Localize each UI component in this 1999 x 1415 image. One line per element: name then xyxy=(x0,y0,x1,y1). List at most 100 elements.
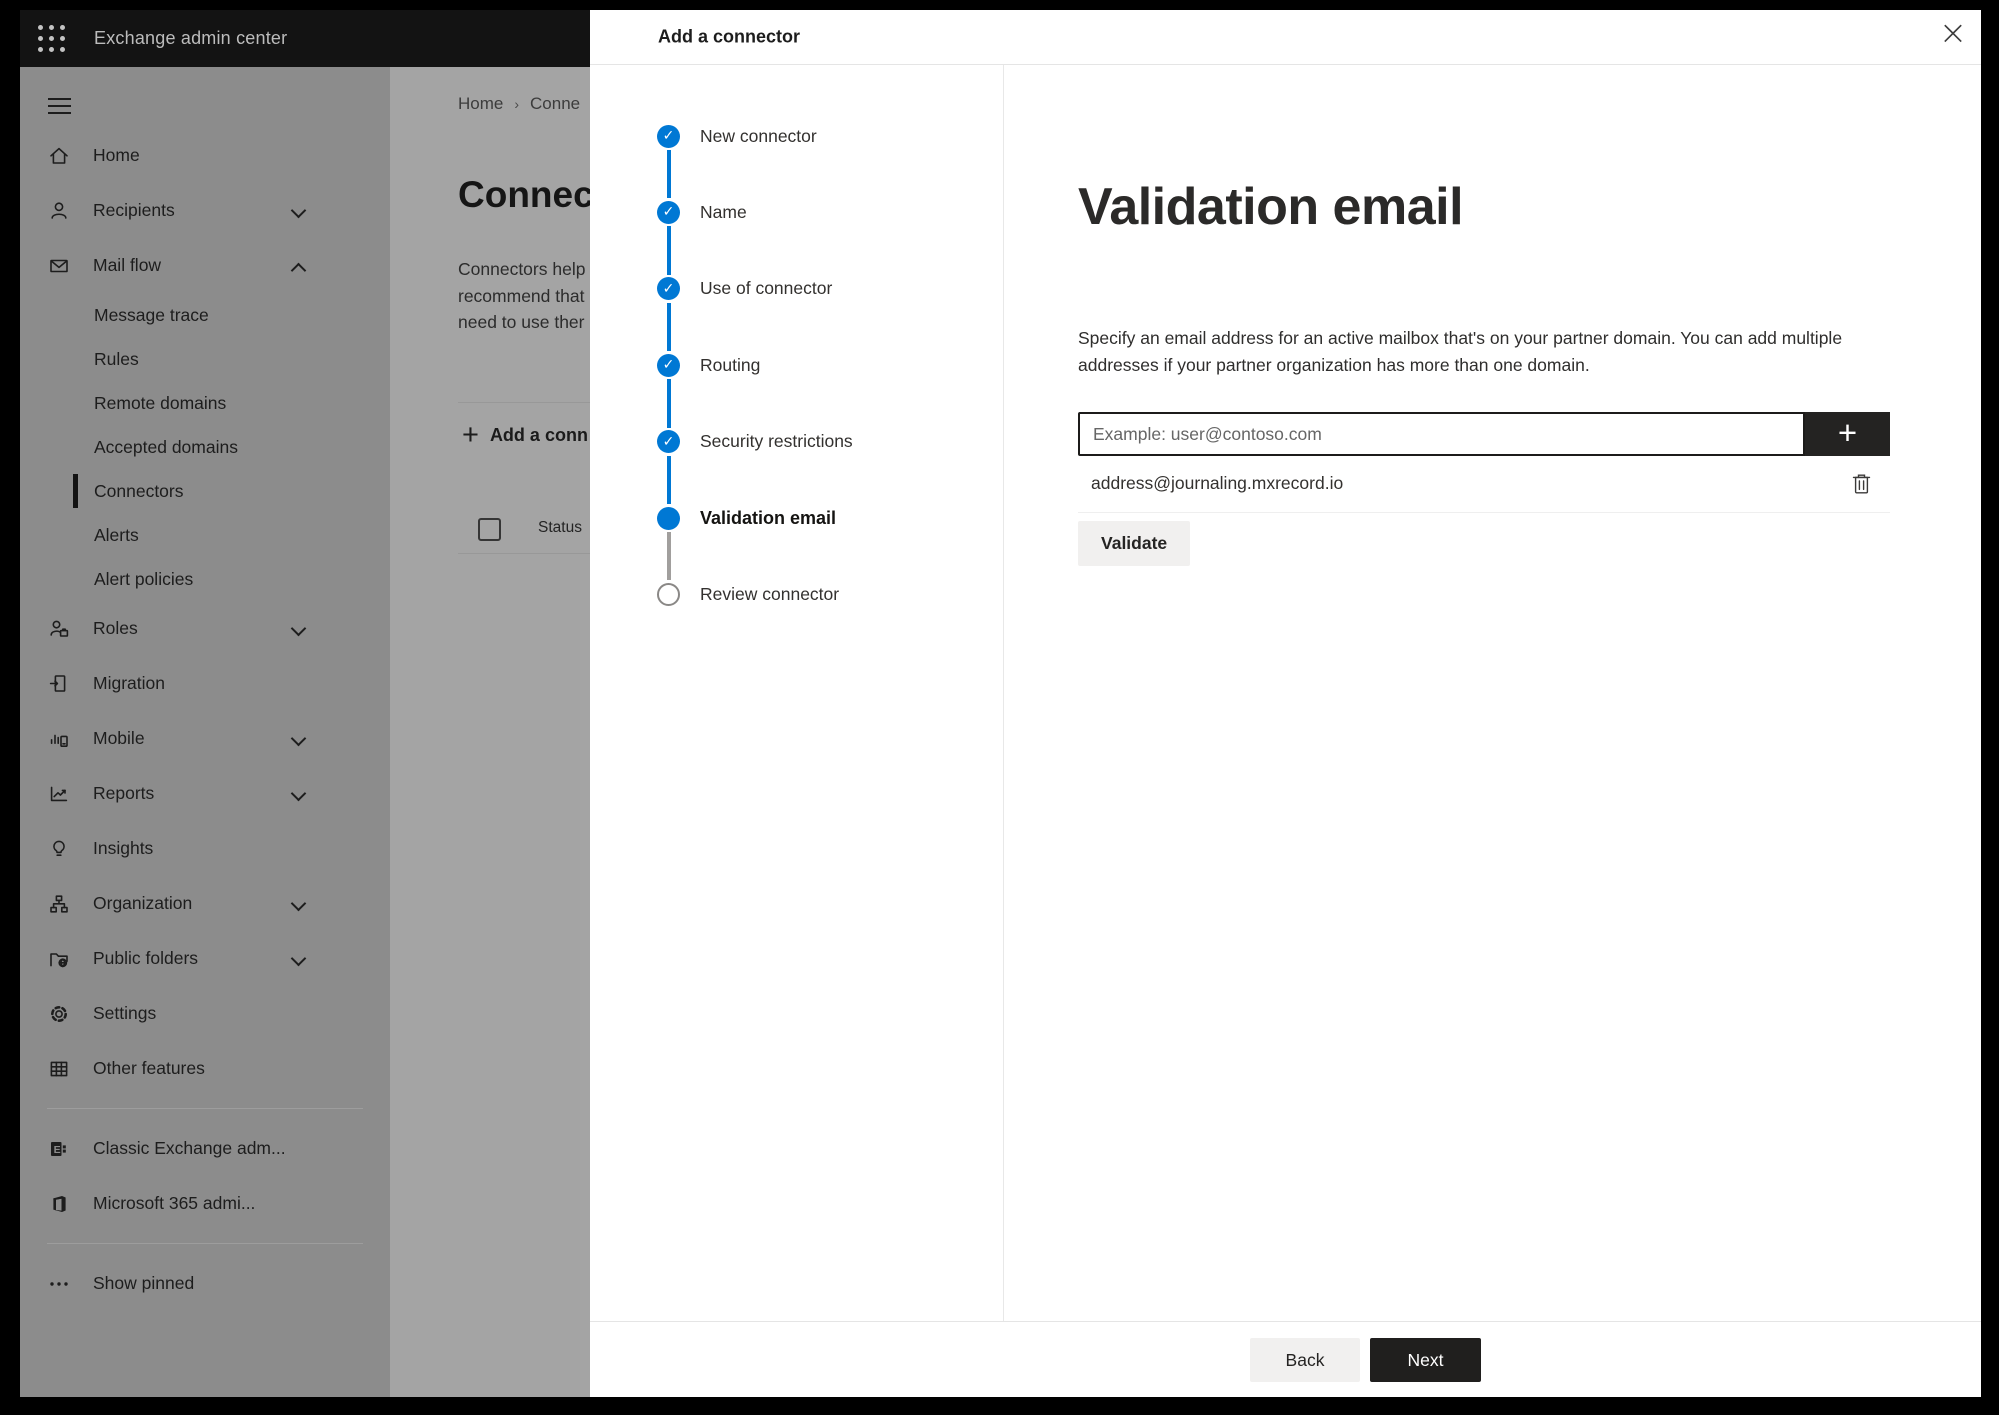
wizard-step-routing[interactable]: Routing xyxy=(590,353,1003,377)
trash-icon[interactable] xyxy=(1849,470,1874,497)
wizard-step-review-connector[interactable]: Review connector xyxy=(590,582,1003,606)
mail-icon xyxy=(46,254,72,278)
roles-icon xyxy=(46,617,72,641)
sidebar-item-microsoft-365-admi[interactable]: Microsoft 365 admi... xyxy=(20,1176,390,1231)
sidebar-item-settings[interactable]: Settings xyxy=(20,986,390,1041)
sidebar-item-classic-exchange-adm[interactable]: E Classic Exchange adm... xyxy=(20,1121,390,1176)
sidebar-item-show-pinned[interactable]: Show pinned xyxy=(20,1256,390,1311)
wizard-step-validation-email[interactable]: Validation email xyxy=(590,506,1003,530)
chevron-down-icon xyxy=(292,733,304,745)
sidebar-item-alerts[interactable]: Alerts xyxy=(20,513,390,557)
step-connector-line xyxy=(667,302,671,352)
migration-icon xyxy=(46,672,72,696)
panel-body: New connector Name Use of connector Routing… xyxy=(590,65,1981,1321)
wizard-step-use-of-connector[interactable]: Use of connector xyxy=(590,277,1003,301)
check-circle-icon xyxy=(657,430,680,454)
current-step-icon xyxy=(657,506,680,530)
add-connector-button[interactable]: + Add a conn xyxy=(462,418,588,452)
wizard-step-new-connector[interactable]: New connector xyxy=(590,124,1003,148)
office-logo-icon xyxy=(46,1192,72,1216)
select-all-checkbox[interactable] xyxy=(478,518,501,541)
wizard-step-security-restrictions[interactable]: Security restrictions xyxy=(590,430,1003,454)
breadcrumb-home[interactable]: Home xyxy=(458,94,503,114)
sidebar-item-recipients[interactable]: Recipients xyxy=(20,183,390,238)
step-connector-line xyxy=(667,150,671,199)
folder-globe-icon xyxy=(46,947,72,971)
sidebar-item-migration[interactable]: Migration xyxy=(20,656,390,711)
page-description: Connectors help recommend that need to u… xyxy=(458,259,586,332)
sidebar-item-connectors[interactable]: Connectors xyxy=(20,469,390,513)
panel-title: Add a connector xyxy=(658,26,801,47)
screen: Exchange admin center Home Recipients Mail… xyxy=(20,10,1981,1397)
sidebar-item-rules[interactable]: Rules xyxy=(20,337,390,381)
page-title: Connec xyxy=(458,174,594,215)
empty-step-icon xyxy=(657,582,680,606)
step-description: Specify an email address for an active m… xyxy=(1078,328,1843,375)
add-connector-panel: Add a connector New connector Name Use of … xyxy=(590,10,1981,1397)
address-list-divider xyxy=(1078,512,1890,513)
check-circle-icon xyxy=(657,353,680,377)
wizard-step-name[interactable]: Name xyxy=(590,200,1003,224)
gear-icon xyxy=(46,1002,72,1026)
home-icon xyxy=(46,144,72,168)
chevron-down-icon xyxy=(292,623,304,635)
ellipsis-icon xyxy=(46,1272,72,1296)
step-connector-line xyxy=(667,379,671,428)
step-connector-line xyxy=(667,532,671,581)
svg-text:E: E xyxy=(54,1144,61,1156)
close-icon[interactable] xyxy=(1931,11,1975,55)
check-circle-icon xyxy=(657,124,680,148)
chevron-down-icon xyxy=(292,953,304,965)
org-chart-icon xyxy=(46,892,72,916)
wizard-content: Validation email Specify an email addres… xyxy=(1004,65,1981,1321)
sidebar-item-alert-policies[interactable]: Alert policies xyxy=(20,557,390,601)
app-launcher-icon[interactable] xyxy=(31,19,71,59)
mobile-icon xyxy=(46,727,72,751)
chevron-down-icon xyxy=(292,205,304,217)
breadcrumb-connectors[interactable]: Conne xyxy=(530,94,580,114)
chevron-up-icon xyxy=(292,260,304,272)
sidebar-item-other-features[interactable]: Other features xyxy=(20,1041,390,1096)
exchange-logo-icon: E xyxy=(46,1137,72,1161)
app-title: Exchange admin center xyxy=(94,28,288,48)
breadcrumb: Home › Conne xyxy=(458,94,580,114)
table-grid-icon xyxy=(46,1057,72,1081)
address-row: address@journaling.mxrecord.io xyxy=(1078,461,1890,505)
sidebar-item-mobile[interactable]: Mobile xyxy=(20,711,390,766)
sidebar-item-remote-domains[interactable]: Remote domains xyxy=(20,381,390,425)
hamburger-icon[interactable] xyxy=(20,84,390,128)
sidebar-item-organization[interactable]: Organization xyxy=(20,876,390,931)
plus-icon[interactable] xyxy=(1805,412,1890,456)
email-input[interactable] xyxy=(1078,412,1805,456)
panel-footer: Back Next xyxy=(590,1321,1981,1397)
check-circle-icon xyxy=(657,277,680,301)
address-value: address@journaling.mxrecord.io xyxy=(1091,472,1344,493)
back-button[interactable]: Back xyxy=(1250,1338,1360,1382)
person-icon xyxy=(46,199,72,223)
sidebar-item-message-trace[interactable]: Message trace xyxy=(20,293,390,337)
validate-button[interactable]: Validate xyxy=(1078,521,1191,566)
lightbulb-icon xyxy=(46,837,72,861)
sidebar-item-reports[interactable]: Reports xyxy=(20,766,390,821)
chevron-down-icon xyxy=(292,898,304,910)
left-nav: Home Recipients Mail flow Message trace Rule… xyxy=(20,67,390,1397)
sidebar-item-public-folders[interactable]: Public folders xyxy=(20,931,390,986)
sidebar-item-insights[interactable]: Insights xyxy=(20,821,390,876)
next-button[interactable]: Next xyxy=(1370,1338,1481,1382)
status-column-header[interactable]: Status xyxy=(538,519,582,537)
email-entry-row xyxy=(1078,412,1890,456)
sidebar-divider xyxy=(47,1108,363,1109)
sidebar-item-roles[interactable]: Roles xyxy=(20,601,390,656)
breadcrumb-separator: › xyxy=(514,96,520,112)
plus-icon: + xyxy=(462,419,479,451)
step-heading: Validation email xyxy=(1078,178,1464,236)
chevron-down-icon xyxy=(292,788,304,800)
sidebar-item-accepted-domains[interactable]: Accepted domains xyxy=(20,425,390,469)
reports-icon xyxy=(46,782,72,806)
panel-header: Add a connector xyxy=(590,10,1981,65)
check-circle-icon xyxy=(657,200,680,224)
step-connector-line xyxy=(667,226,671,275)
sidebar-item-home[interactable]: Home xyxy=(20,128,390,183)
sidebar-item-mail-flow[interactable]: Mail flow xyxy=(20,238,390,293)
wizard-steps: New connector Name Use of connector Routing… xyxy=(590,65,1004,1321)
